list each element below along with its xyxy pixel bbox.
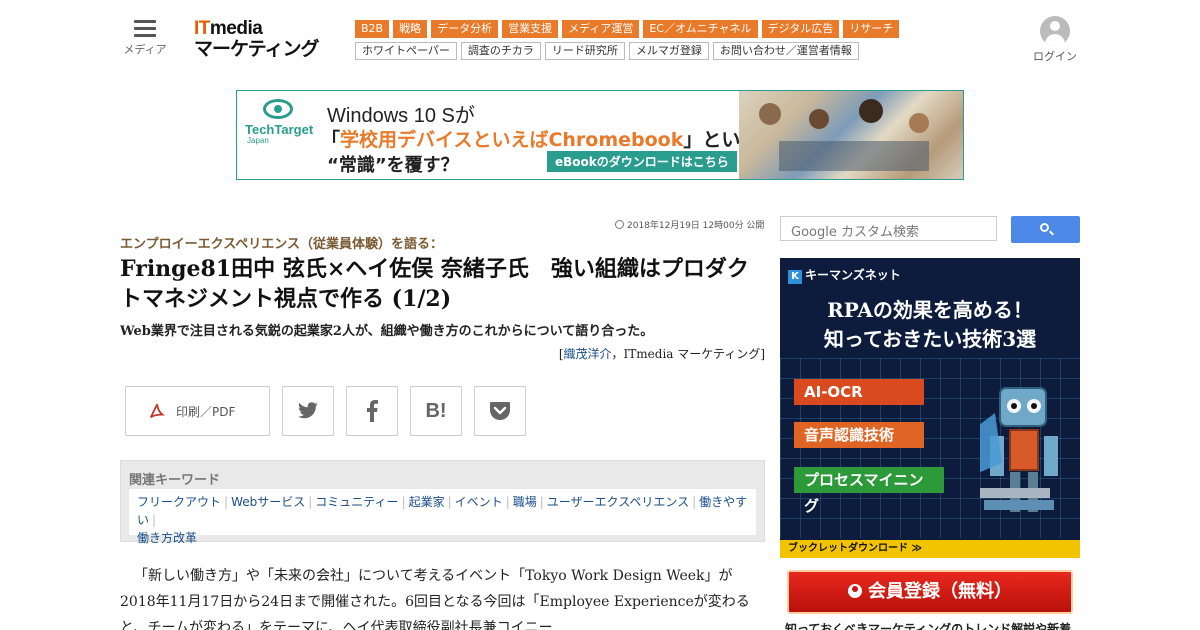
search-button[interactable] (1011, 216, 1080, 243)
keyword-link[interactable]: 起業家 (409, 495, 445, 509)
ad-tag-ai-ocr: AI-OCR (794, 379, 924, 405)
robot-illustration (980, 387, 1058, 512)
nav-item-survey[interactable]: 調査のチカラ (460, 42, 541, 60)
keywords-heading: 関連キーワード (129, 473, 221, 488)
pocket-icon (490, 402, 510, 420)
search-icon (1040, 223, 1049, 232)
twitter-icon (298, 402, 318, 419)
nav-item-research[interactable]: リサーチ (843, 20, 900, 38)
nav-item-ec-omnichannel[interactable]: EC／オムニチャネル (643, 20, 758, 38)
site-logo[interactable]: ITmedia マーケティング (194, 18, 319, 60)
side-ad[interactable]: K キーマンズネット RPAの効果を高める！ 知っておきたい技術3選 AI-OCR … (780, 258, 1080, 558)
logo-it: IT (194, 18, 210, 39)
search-input[interactable]: Google カスタム検索 (780, 216, 997, 241)
nav-item-newsletter[interactable]: メルマガ登録 (628, 42, 709, 60)
pocket-button[interactable] (474, 386, 526, 436)
nav-item-strategy[interactable]: 戦略 (393, 20, 428, 38)
related-keywords: 関連キーワード フリークアウト | Webサービス | コミュニティー | 起業家 | イベント… (120, 460, 765, 545)
ad-tag-process-mining: プロセスマイニング (794, 467, 944, 515)
twitter-share-button[interactable] (282, 386, 334, 436)
nav-item-b2b[interactable]: B2B (355, 20, 390, 38)
ad-brand: K キーマンズネット (788, 266, 901, 284)
ad-headline: RPAの効果を高める！ 知っておきたい技術3選 (823, 298, 1037, 351)
keyword-link[interactable]: ユーザーエクスペリエンス (547, 495, 689, 509)
keymans-icon: K (788, 270, 802, 284)
login-button[interactable]: ログイン (1030, 16, 1080, 64)
nav-item-digital-ads[interactable]: デジタル広告 (761, 20, 840, 38)
banner-photo (739, 91, 963, 179)
primary-nav: B2B 戦略 データ分析 営業支援 メディア運営 EC／オムニチャネル デジタル… (355, 20, 900, 38)
nav-item-sales-support[interactable]: 営業支援 (502, 20, 559, 38)
article-body: 「新しい働き方」や「未来の会社」について考えるイベント「Tokyo Work D… (120, 568, 750, 630)
menu-label: メディア (123, 43, 167, 56)
article-title: Fringe81田中 弦氏×ヘイ佐俣 奈緒子氏 強い組織はプロダクトマネジメント… (120, 256, 749, 312)
keyword-link[interactable]: イベント (455, 495, 503, 509)
top-banner-ad[interactable]: TechTarget Japan Windows 10 Sが 「学校用デバイスと… (236, 90, 964, 180)
register-button[interactable]: 会員登録（無料） (787, 570, 1073, 614)
logo-marketing: マーケティング (194, 38, 319, 60)
author-link[interactable]: 織茂洋介 (564, 347, 612, 361)
facebook-icon (367, 400, 378, 422)
article-byline: [織茂洋介，ITmedia マーケティング] (558, 347, 765, 361)
techtarget-logo: TechTarget Japan (245, 99, 313, 145)
keyword-link[interactable]: 働き方改革 (137, 531, 197, 545)
user-icon (1040, 16, 1070, 46)
banner-cta-button[interactable]: eBookのダウンロードはこちら (547, 151, 737, 172)
keyword-link[interactable]: Webサービス (231, 495, 305, 509)
banner-line-1: Windows 10 Sが (327, 105, 475, 127)
article-kicker: エンプロイーエクスペリエンス（従業員体験）を語る： (120, 237, 444, 252)
user-icon (848, 584, 862, 598)
hamburger-icon (122, 20, 168, 37)
login-label: ログイン (1033, 50, 1077, 63)
nav-item-media-ops[interactable]: メディア運営 (562, 20, 640, 38)
eye-icon (263, 99, 293, 119)
hatena-bookmark-button[interactable]: B! (410, 386, 462, 436)
nav-item-whitepaper[interactable]: ホワイトペーパー (355, 42, 457, 60)
secondary-nav: ホワイトペーパー 調査のチカラ リード研究所 メルマガ登録 お問い合わせ／運営者… (355, 42, 859, 60)
ad-tag-voice: 音声認識技術 (794, 422, 924, 448)
banner-line-2: 「学校用デバイスといえばChromebook」という (321, 129, 760, 151)
keyword-link[interactable]: 職場 (513, 495, 537, 509)
keyword-link[interactable]: フリークアウト (137, 495, 221, 509)
nav-item-data-analysis[interactable]: データ分析 (431, 20, 499, 38)
ad-download-link[interactable]: ブックレットダウンロード ≫ (780, 540, 1080, 558)
publish-timestamp: 2018年12月19日 12時00分 公開 (615, 218, 764, 231)
menu-button[interactable]: メディア (122, 20, 168, 57)
pdf-icon (149, 403, 165, 419)
article-lead: Web業界で注目される気鋭の起業家2人が、組織や働き方のこれからについて語り合っ… (120, 324, 654, 339)
newsletter-promo-link[interactable]: 知っておくべきマーケティングのトレンド解説や新着 (785, 620, 1080, 630)
logo-media: media (209, 18, 263, 39)
keyword-link[interactable]: コミュニティー (315, 495, 398, 509)
banner-line-3: “常識”を覆す？ (327, 155, 459, 176)
clock-icon (615, 220, 624, 229)
print-pdf-button[interactable]: 印刷／PDF (125, 386, 270, 436)
facebook-share-button[interactable] (346, 386, 398, 436)
nav-item-lead-lab[interactable]: リード研究所 (544, 42, 625, 60)
keywords-list: フリークアウト | Webサービス | コミュニティー | 起業家 | イベント | 職場 | ユーザー… (129, 489, 756, 545)
hatena-icon: B! (425, 399, 447, 422)
nav-item-contact[interactable]: お問い合わせ／運営者情報 (712, 42, 859, 60)
